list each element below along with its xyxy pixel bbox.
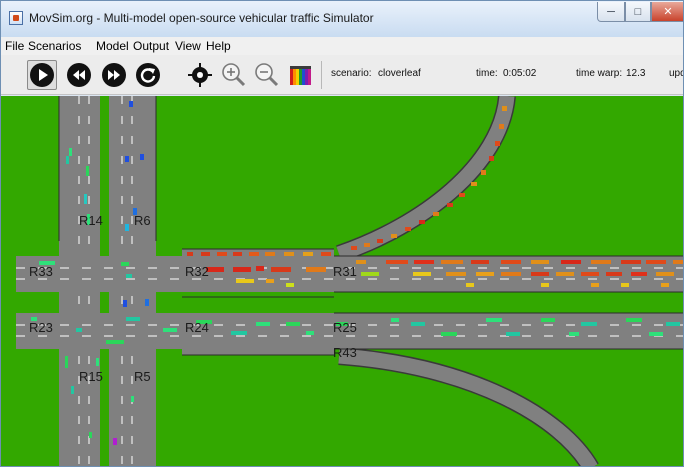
road-label-r15: R15 xyxy=(79,369,103,384)
ramp-bottom-right xyxy=(338,347,599,466)
road-label-r43: R43 xyxy=(333,345,357,360)
simulation-canvas[interactable]: R14 R6 R33 R32 R31 R23 R24 R25 R43 R15 R… xyxy=(1,96,683,466)
road-label-r24: R24 xyxy=(185,320,209,335)
menu-scenarios[interactable]: Scenarios xyxy=(28,39,81,53)
rewind-icon xyxy=(67,63,91,87)
menu-help[interactable]: Help xyxy=(206,39,231,53)
road-network xyxy=(16,96,683,466)
maximize-button[interactable]: □ xyxy=(625,2,651,22)
toolbar-separator xyxy=(321,61,322,89)
menu-bar: File Scenarios Model Output View Help xyxy=(1,37,683,55)
zoom-out-button[interactable] xyxy=(251,60,281,90)
toolbar: scenario: cloverleaf time: 0:05:02 time … xyxy=(1,55,683,95)
restart-button[interactable] xyxy=(133,60,163,90)
zoom-in-button[interactable] xyxy=(218,60,248,90)
time-value: 0:05:02 xyxy=(503,68,537,79)
title-bar: MovSim.org - Multi-model open-source veh… xyxy=(1,1,683,37)
app-icon xyxy=(9,11,23,25)
rewind-button[interactable] xyxy=(64,60,94,90)
play-button[interactable] xyxy=(27,60,57,90)
scenario-label: scenario: xyxy=(331,68,372,79)
menu-output[interactable]: Output xyxy=(133,39,169,53)
road-label-r14: R14 xyxy=(79,213,103,228)
color-palette-icon xyxy=(290,66,311,85)
play-icon xyxy=(30,63,54,87)
fast-forward-button[interactable] xyxy=(99,60,129,90)
zoom-out-icon xyxy=(255,63,279,87)
menu-model[interactable]: Model xyxy=(96,39,129,53)
zoom-in-icon xyxy=(222,63,246,87)
time-label: time: xyxy=(476,68,498,79)
road-label-r23: R23 xyxy=(29,320,53,335)
time-warp-label: time warp: xyxy=(576,68,623,79)
restart-icon xyxy=(136,63,160,87)
road-label-r5: R5 xyxy=(134,369,151,384)
center-target-icon xyxy=(188,63,212,87)
color-palette-button[interactable] xyxy=(286,60,316,90)
minimize-button[interactable]: ─ xyxy=(597,2,625,22)
scenario-value: cloverleaf xyxy=(378,68,421,79)
road-label-r33: R33 xyxy=(29,264,53,279)
fast-forward-icon xyxy=(102,63,126,87)
vehicles-ramp xyxy=(351,106,507,250)
road-label-r32: R32 xyxy=(185,264,209,279)
road-label-r6: R6 xyxy=(134,213,151,228)
window-title: MovSim.org - Multi-model open-source veh… xyxy=(29,11,374,25)
app-window: MovSim.org - Multi-model open-source veh… xyxy=(0,0,684,467)
road-label-r25: R25 xyxy=(333,320,357,335)
close-button[interactable]: ✕ xyxy=(651,2,683,22)
time-warp-value: 12.3 xyxy=(626,68,646,79)
road-label-r31: R31 xyxy=(333,264,357,279)
menu-file[interactable]: File xyxy=(5,39,24,53)
update-label: upd xyxy=(669,68,683,79)
center-view-button[interactable] xyxy=(185,60,215,90)
menu-view[interactable]: View xyxy=(175,39,201,53)
